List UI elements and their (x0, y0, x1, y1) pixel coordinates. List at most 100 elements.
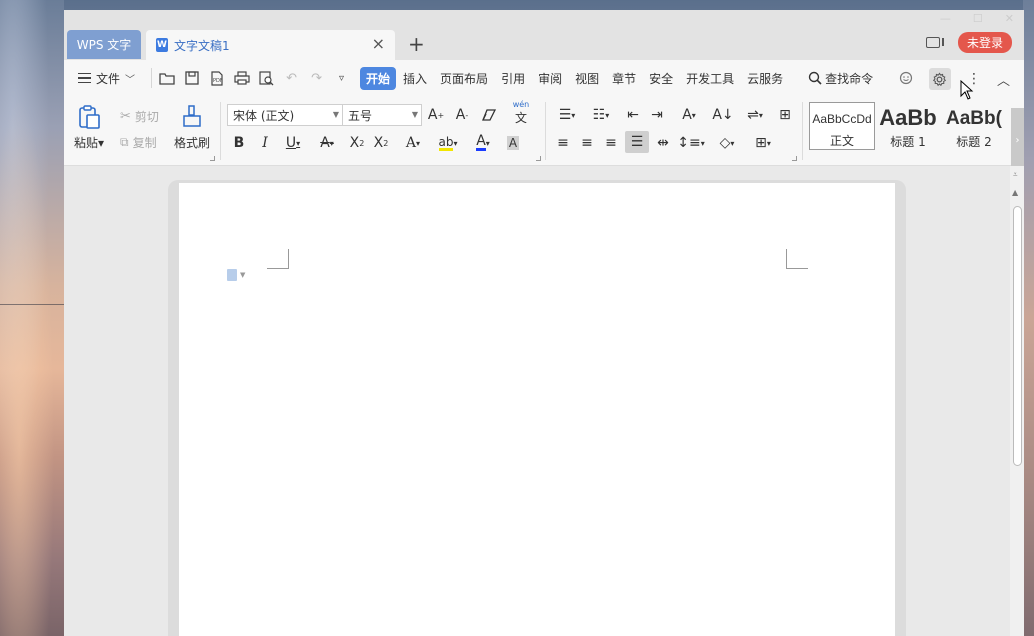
distribute-icon[interactable]: ⇹ (652, 132, 674, 154)
highlight-color-icon[interactable]: ab ▾ (432, 132, 464, 154)
chevron-down-icon: ﹀ (125, 74, 136, 86)
align-right-icon[interactable]: ≡ (600, 132, 622, 154)
settings-button[interactable] (928, 68, 951, 90)
tab-insert[interactable]: 插入 (397, 67, 433, 90)
paste-label: 粘贴▾ (74, 136, 105, 150)
cut-button[interactable]: ✂ 剪切 (120, 108, 159, 125)
search-command[interactable]: 查找命令 (808, 70, 873, 87)
numbering-icon[interactable]: ☷ ▾ (586, 104, 616, 126)
borders-icon[interactable]: ⊞ ▾ (748, 132, 778, 154)
shrink-font-icon[interactable]: A- (451, 104, 473, 126)
shading-icon[interactable]: ◇ ▾ (712, 132, 742, 154)
minimize-icon[interactable]: — (940, 12, 951, 25)
quick-access-toolbar: PDF ↶ ↷ ▿ (158, 70, 350, 87)
style-normal[interactable]: AaBbCcDd 正文 (809, 102, 875, 150)
open-folder-icon[interactable] (158, 70, 175, 87)
font-size-select[interactable]: 五号 ▼ (342, 104, 422, 126)
tab-document[interactable]: W 文字文稿1 × (146, 30, 395, 60)
style-preview: AaBb (879, 105, 937, 130)
tab-cloud-service[interactable]: 云服务 (741, 67, 789, 90)
paste-button[interactable]: 粘贴▾ (74, 104, 104, 151)
text-effect-icon[interactable]: A ▾ (398, 132, 428, 154)
scroll-top-icon[interactable]: ⩡ (1013, 170, 1018, 180)
tab-doc-label: 文字文稿1 (174, 38, 230, 53)
tab-review[interactable]: 审阅 (532, 67, 568, 90)
font-name-select[interactable]: 宋体 (正文) ▼ (227, 104, 343, 126)
paragraph-launcher-icon[interactable] (792, 156, 797, 161)
sort-icon[interactable]: A↓ (712, 104, 734, 126)
align-left-icon[interactable]: ≡ (552, 132, 574, 154)
tab-wps-writer[interactable]: WPS 文字 (67, 30, 141, 59)
strikethrough-icon[interactable]: A ▾ (312, 132, 342, 154)
subscript-icon[interactable]: X2 (370, 132, 392, 154)
grow-font-icon[interactable]: A + (425, 104, 447, 126)
writer-doc-icon: W (156, 38, 168, 52)
line-spacing-icon[interactable]: ↕≡ ▾ (676, 132, 706, 154)
style-heading-2[interactable]: AaBb( 标题 2 (941, 102, 1007, 150)
device-switch-icon[interactable] (925, 37, 944, 48)
align-center-icon[interactable]: ≡ (576, 132, 598, 154)
margin-mark-top-right (786, 249, 808, 269)
save-icon[interactable] (183, 70, 200, 87)
scroll-up-icon[interactable]: ▲ (1012, 188, 1018, 197)
group-separator (545, 102, 546, 160)
style-label: 标题 1 (890, 135, 926, 149)
desktop-divider (0, 304, 64, 305)
close-tab-icon[interactable]: × (372, 36, 385, 52)
desktop-background-right (1023, 0, 1034, 636)
tab-references[interactable]: 引用 (495, 67, 531, 90)
paragraph-layout-icon[interactable]: ▼ (227, 269, 245, 281)
text-direction-icon[interactable]: A ▾ (674, 104, 704, 126)
justify-icon[interactable]: ☰ (625, 131, 649, 153)
tab-page-layout[interactable]: 页面布局 (434, 67, 494, 90)
document-icon (227, 269, 237, 281)
line-spacing-adjust-icon[interactable]: ⇌ ▾ (740, 104, 770, 126)
decrease-indent-icon[interactable]: ⇤ (622, 104, 644, 126)
scrollbar-thumb[interactable] (1013, 206, 1022, 466)
file-menu-label: 文件 (96, 71, 121, 86)
copy-button[interactable]: ⧉ 复制 (120, 134, 157, 151)
font-launcher-icon[interactable] (536, 156, 541, 161)
phonetic-char-icon: 文 (514, 111, 527, 125)
document-page[interactable]: ▼ (179, 183, 895, 636)
font-color-icon[interactable]: A ▾ (468, 132, 498, 154)
chevron-down-icon: ▼ (332, 110, 339, 119)
bold-icon[interactable]: B (228, 132, 250, 154)
maximize-icon[interactable]: ☐ (973, 12, 983, 25)
undo-icon[interactable]: ↶ (283, 70, 300, 87)
print-preview-icon[interactable] (258, 70, 275, 87)
search-icon (808, 71, 822, 85)
bullets-icon[interactable]: ☰ ▾ (552, 104, 582, 126)
clear-format-icon[interactable] (478, 104, 500, 126)
print-icon[interactable] (233, 70, 250, 87)
menu-bar: 文件 ﹀ PDF ↶ ↷ ▿ 开始 插入 页面布局 引用 审阅 视图 章节 安全… (64, 60, 1024, 96)
tab-home[interactable]: 开始 (360, 66, 397, 90)
collapse-ribbon-icon[interactable]: ︿ (997, 70, 1010, 89)
format-painter-button[interactable]: 格式刷 (174, 104, 210, 151)
tab-developer[interactable]: 开发工具 (680, 67, 740, 90)
vertical-scrollbar[interactable]: ⩡ ▲ (1010, 166, 1024, 636)
increase-indent-icon[interactable]: ⇥ (646, 104, 668, 126)
customize-toolbar-icon[interactable]: ▿ (333, 70, 350, 87)
window-controls: — ☐ ✕ (940, 12, 1014, 25)
superscript-icon[interactable]: X2 (346, 132, 368, 154)
feedback-icon[interactable] (899, 71, 913, 88)
italic-icon[interactable]: I (254, 132, 276, 154)
underline-icon[interactable]: U ▾ (278, 132, 308, 154)
menu-separator (151, 68, 153, 88)
phonetic-guide-button[interactable]: wén 文 (506, 100, 536, 125)
tab-security[interactable]: 安全 (643, 67, 679, 90)
style-heading-1[interactable]: AaBb 标题 1 (875, 102, 941, 150)
tab-view[interactable]: 视图 (569, 67, 605, 90)
export-pdf-icon[interactable]: PDF (208, 70, 225, 87)
style-gallery-more-button[interactable]: › (1011, 108, 1024, 172)
close-window-icon[interactable]: ✕ (1005, 12, 1014, 25)
redo-icon[interactable]: ↷ (308, 70, 325, 87)
login-button[interactable]: 未登录 (957, 32, 1012, 53)
show-marks-icon[interactable]: ⊞ (774, 104, 796, 126)
char-shading-icon[interactable]: A (502, 132, 524, 154)
clipboard-launcher-icon[interactable] (210, 156, 215, 161)
add-tab-button[interactable]: + (408, 32, 425, 56)
tab-chapter[interactable]: 章节 (606, 67, 642, 90)
file-menu[interactable]: 文件 ﹀ (78, 70, 135, 87)
